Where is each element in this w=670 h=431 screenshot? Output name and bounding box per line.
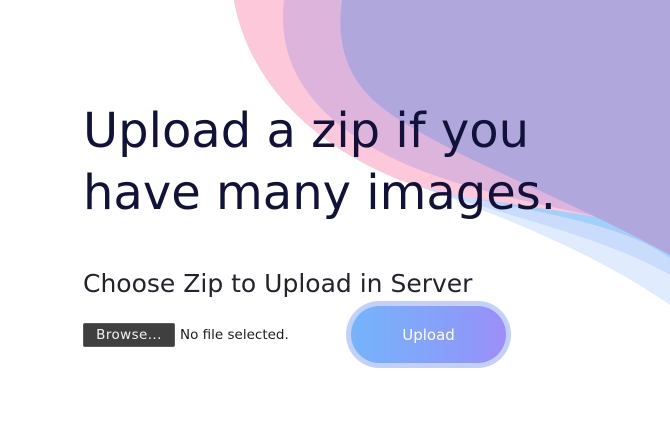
file-input[interactable]: Browse... No file selected. (83, 323, 289, 347)
upload-button[interactable]: Upload (346, 301, 511, 368)
file-status-text: No file selected. (180, 327, 289, 343)
upload-button-label: Upload (351, 306, 506, 363)
upload-section-heading: Choose Zip to Upload in Server (83, 269, 473, 298)
browse-button[interactable]: Browse... (83, 323, 175, 347)
page-title: Upload a zip if you have many images. (83, 103, 557, 221)
upload-page: Upload a zip if you have many images. Ch… (0, 0, 670, 431)
